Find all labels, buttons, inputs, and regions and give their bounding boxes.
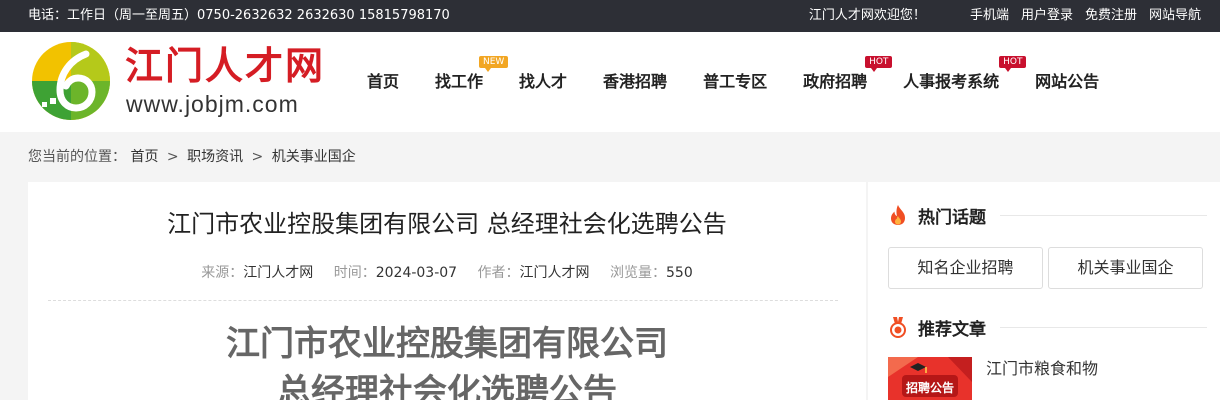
views-label: 浏览量： <box>610 265 666 281</box>
breadcrumb-separator: > <box>166 149 179 165</box>
document-heading: 江门市农业控股集团有限公司 总经理社会化选聘公告 <box>28 320 866 400</box>
source-label: 来源： <box>201 265 244 281</box>
recommended-thumbnail[interactable]: 招聘公告 <box>888 357 972 400</box>
views-value: 550 <box>666 265 693 281</box>
document-heading-line2: 总经理社会化选聘公告 <box>277 372 617 400</box>
nav-item-gov-recruit[interactable]: 政府招聘 HOT <box>785 32 893 132</box>
nav-label: 找人才 <box>519 72 568 91</box>
author-value: 江门人才网 <box>519 265 590 281</box>
section-rule <box>1000 215 1207 216</box>
source-value: 江门人才网 <box>243 265 314 281</box>
logo-title[interactable]: 江门人才网 <box>125 44 325 88</box>
time-value: 2024-03-07 <box>375 265 458 281</box>
time-label: 时间： <box>333 265 376 281</box>
site-nav-link[interactable]: 网站导航 <box>1149 0 1201 32</box>
register-link[interactable]: 免费注册 <box>1085 0 1137 32</box>
main-nav: 首页 找工作 NEW 找人才 香港招聘 普工专区 政府招聘 HOT 人事报考系统 HO… <box>349 32 1117 132</box>
nav-item-find-talent[interactable]: 找人才 <box>501 32 585 132</box>
medal-icon <box>890 317 906 338</box>
recruit-poster-image: 招聘公告 <box>888 357 972 400</box>
logo-url: www.jobjm.com <box>126 91 299 117</box>
flame-icon <box>891 205 905 225</box>
breadcrumb: 您当前的位置： 首页 > 职场资讯 > 机关事业国企 <box>28 148 356 166</box>
breadcrumb-home[interactable]: 首页 <box>130 149 158 165</box>
author-label: 作者： <box>477 265 520 281</box>
logo-icon[interactable] <box>30 40 112 122</box>
recommended-title: 推荐文章 <box>918 319 986 340</box>
hot-topics-title: 热门话题 <box>918 207 986 228</box>
thumbnail-caption: 招聘公告 <box>906 380 954 395</box>
welcome-text: 江门人才网欢迎您！ <box>808 8 926 23</box>
breadcrumb-gov-enterprise[interactable]: 机关事业国企 <box>272 149 356 165</box>
mobile-link[interactable]: 手机端 <box>970 0 1009 32</box>
breadcrumb-separator: > <box>251 149 264 165</box>
nav-label: 网站公告 <box>1035 72 1100 91</box>
nav-item-announcements[interactable]: 网站公告 <box>1017 32 1117 132</box>
nav-item-worker-zone[interactable]: 普工专区 <box>685 32 785 132</box>
nav-label: 首页 <box>367 72 400 91</box>
contact-info: 电话：工作日（周一至周五）0750-2632632 2632630 158157… <box>28 8 450 23</box>
divider <box>48 300 838 301</box>
article-meta: 来源：江门人才网 时间：2024-03-07 作者：江门人才网 浏览量：550 <box>28 263 866 283</box>
hot-tag-famous-companies[interactable]: 知名企业招聘 <box>888 247 1043 289</box>
nav-item-home[interactable]: 首页 <box>349 32 417 132</box>
hot-tag-gov-enterprise[interactable]: 机关事业国企 <box>1048 247 1203 289</box>
top-bar: 电话：工作日（周一至周五）0750-2632632 2632630 158157… <box>0 0 1220 32</box>
breadcrumb-prefix: 您当前的位置： <box>28 149 126 165</box>
breadcrumb-career-news[interactable]: 职场资讯 <box>187 149 243 165</box>
nav-label: 人事报考系统 <box>903 72 1000 91</box>
login-link[interactable]: 用户登录 <box>1021 0 1073 32</box>
sidebar: 热门话题 知名企业招聘 机关事业国企 推荐文章 招聘公告 江门市粮食和物 <box>868 182 1220 400</box>
recommended-header: 推荐文章 <box>888 315 986 340</box>
nav-label: 普工专区 <box>703 72 768 91</box>
hot-topics-header: 热门话题 <box>888 203 986 228</box>
nav-item-hk-recruit[interactable]: 香港招聘 <box>585 32 685 132</box>
nav-label: 政府招聘 <box>803 72 868 91</box>
nav-label: 找工作 <box>435 72 484 91</box>
nav-label: 香港招聘 <box>603 72 668 91</box>
section-rule <box>1000 327 1207 328</box>
article-title: 江门市农业控股集团有限公司 总经理社会化选聘公告 <box>167 210 727 238</box>
recommended-article-link[interactable]: 江门市粮食和物 <box>986 358 1098 380</box>
nav-item-exam-system[interactable]: 人事报考系统 HOT <box>885 32 1027 132</box>
nav-item-find-job[interactable]: 找工作 NEW <box>417 32 509 132</box>
article-panel: 江门市农业控股集团有限公司 总经理社会化选聘公告 来源：江门人才网 时间：202… <box>28 182 866 400</box>
header: 江门人才网 www.jobjm.com 首页 找工作 NEW 找人才 香港招聘 普… <box>0 32 1220 132</box>
document-heading-line1: 江门市农业控股集团有限公司 <box>226 324 668 364</box>
top-links: 江门人才网欢迎您！ 手机端 用户登录 免费注册 网站导航 <box>809 0 1201 32</box>
